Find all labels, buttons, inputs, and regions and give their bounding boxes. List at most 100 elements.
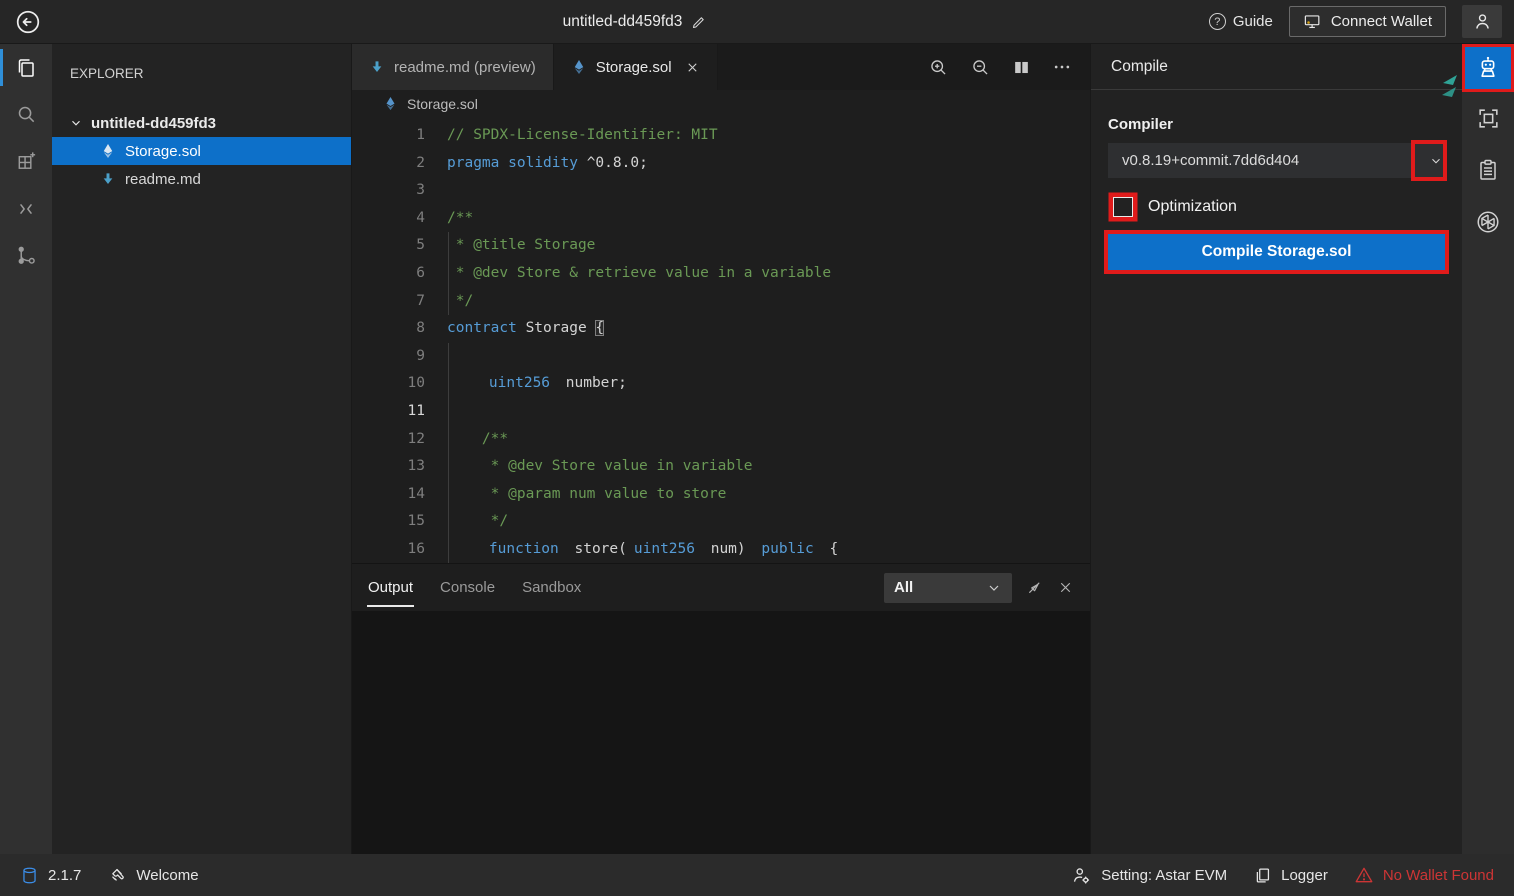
- editor-tabstrip: readme.md (preview) Storage.sol: [352, 44, 1090, 90]
- line-number: 8: [352, 315, 425, 343]
- panel-tab-output[interactable]: Output: [368, 579, 413, 596]
- logger-label: Logger: [1281, 867, 1328, 884]
- guide-label: Guide: [1233, 13, 1273, 30]
- code-line[interactable]: 1// SPDX-License-Identifier: MIT: [352, 122, 1090, 150]
- database-icon: [20, 866, 39, 885]
- logger-item[interactable]: Logger: [1253, 866, 1328, 885]
- optimization-checkbox[interactable]: [1113, 197, 1133, 217]
- code-line[interactable]: 2pragma solidity ^0.8.0;: [352, 150, 1090, 178]
- compile-panel-body: Compiler v0.8.19+commit.7dd6d404 Optimiz…: [1091, 90, 1462, 270]
- wallet-warning-label: No Wallet Found: [1383, 867, 1494, 884]
- code-editor[interactable]: 1// SPDX-License-Identifier: MIT2pragma …: [352, 117, 1090, 563]
- line-number: 5: [352, 232, 425, 260]
- code-line[interactable]: 4/**: [352, 205, 1090, 233]
- sidebar-item-plugins[interactable]: [0, 138, 52, 185]
- panel-item-compile[interactable]: [1462, 44, 1514, 92]
- warning-triangle-icon: [1354, 865, 1374, 885]
- panel-item-report[interactable]: [1462, 144, 1514, 196]
- tree-item-readme-md[interactable]: readme.md: [52, 165, 351, 193]
- breadcrumb-file: Storage.sol: [407, 96, 478, 112]
- statusbar-right: Setting: Astar EVM Logger No Wallet Foun…: [1071, 865, 1494, 886]
- back-button[interactable]: [12, 6, 44, 38]
- file-tree: untitled-dd459fd3 Storage.sol readme.md: [52, 109, 351, 193]
- tab-actions: [928, 44, 1090, 90]
- sidebar-item-search[interactable]: [0, 91, 52, 138]
- compiler-select-chevron-annotated[interactable]: [1411, 140, 1447, 181]
- panel-item-deploy-interact[interactable]: [1462, 92, 1514, 144]
- right-activity-bar: [1462, 44, 1514, 854]
- output-filter-select[interactable]: All: [884, 573, 1012, 603]
- explorer-header: EXPLORER: [52, 44, 351, 95]
- code-line[interactable]: 13 * @dev Store value in variable: [352, 453, 1090, 481]
- code-line[interactable]: 16 function store(uint256 num) public {: [352, 536, 1090, 563]
- code-line[interactable]: 3: [352, 177, 1090, 205]
- panel-tab-sandbox[interactable]: Sandbox: [522, 579, 581, 596]
- code-line[interactable]: 5 * @title Storage: [352, 232, 1090, 260]
- rename-pencil-icon[interactable]: [691, 14, 707, 30]
- tab-label: readme.md (preview): [394, 59, 536, 76]
- line-number: 16: [352, 536, 425, 563]
- version-indicator[interactable]: 2.1.7: [20, 866, 81, 885]
- zoom-in-icon[interactable]: [928, 57, 949, 78]
- code-line[interactable]: 10 uint256 number;: [352, 370, 1090, 398]
- sidebar-item-collapse[interactable]: [0, 185, 52, 232]
- markdown-icon: [369, 59, 385, 75]
- compiler-label: Compiler: [1108, 116, 1445, 133]
- close-tab-icon[interactable]: [685, 60, 700, 75]
- chevron-down-icon: [986, 580, 1002, 596]
- explorer-sidebar: EXPLORER untitled-dd459fd3 Storage.sol: [52, 44, 352, 854]
- zoom-out-icon[interactable]: [970, 57, 991, 78]
- compiler-version-select[interactable]: v0.8.19+commit.7dd6d404: [1108, 143, 1445, 178]
- avatar-button[interactable]: [1462, 5, 1502, 38]
- breadcrumb[interactable]: Storage.sol: [352, 90, 1090, 117]
- wallet-warning[interactable]: No Wallet Found: [1354, 865, 1494, 885]
- welcome-item[interactable]: Welcome: [107, 865, 198, 885]
- tab-label: Storage.sol: [596, 59, 672, 76]
- compile-button[interactable]: Compile Storage.sol: [1108, 234, 1445, 270]
- collapse-arrows-icon: [15, 198, 37, 220]
- extensions-icon: [15, 150, 38, 173]
- file-label: readme.md: [125, 171, 201, 188]
- openai-icon: [1475, 209, 1501, 235]
- person-gear-icon: [1071, 865, 1092, 886]
- statusbar: 2.1.7 Welcome Setting: Astar EVM: [0, 854, 1514, 896]
- split-editor-icon[interactable]: [1012, 58, 1031, 77]
- back-arrow-icon: [15, 9, 41, 35]
- guide-button[interactable]: ? Guide: [1209, 13, 1273, 30]
- more-actions-icon[interactable]: [1052, 57, 1072, 77]
- line-number: 12: [352, 426, 425, 454]
- code-line[interactable]: 14 * @param num value to store: [352, 481, 1090, 509]
- network-setting[interactable]: Setting: Astar EVM: [1071, 865, 1227, 886]
- line-number: 3: [352, 177, 425, 205]
- line-number: 11: [352, 398, 425, 426]
- connect-wallet-button[interactable]: Connect Wallet: [1289, 6, 1446, 37]
- tab-readme-md[interactable]: readme.md (preview): [352, 44, 554, 90]
- panel-item-ai-assistant[interactable]: [1462, 196, 1514, 248]
- code-line[interactable]: 8contract Storage {: [352, 315, 1090, 343]
- ethereum-icon: [100, 143, 116, 159]
- tree-root-folder[interactable]: untitled-dd459fd3: [52, 109, 351, 137]
- main-area: EXPLORER untitled-dd459fd3 Storage.sol: [0, 44, 1514, 854]
- code-line[interactable]: 12 /**: [352, 426, 1090, 454]
- ethereum-icon: [571, 59, 587, 75]
- tree-item-storage-sol[interactable]: Storage.sol: [52, 137, 351, 165]
- sidebar-item-source-control[interactable]: [0, 232, 52, 279]
- code-line[interactable]: 6 * @dev Store & retrieve value in a var…: [352, 260, 1090, 288]
- line-number: 9: [352, 343, 425, 371]
- panel-tab-console[interactable]: Console: [440, 579, 495, 596]
- file-label: Storage.sol: [125, 143, 201, 160]
- code-line[interactable]: 9: [352, 343, 1090, 371]
- code-line[interactable]: 7 */: [352, 288, 1090, 316]
- code-line[interactable]: 15 */: [352, 508, 1090, 536]
- files-icon: [14, 56, 38, 80]
- line-content: function store(uint256 num) public {: [447, 536, 838, 563]
- line-content: pragma solidity ^0.8.0;: [447, 150, 648, 178]
- code-line[interactable]: 11: [352, 398, 1090, 426]
- app-window: untitled-dd459fd3 ? Guide Connect Wallet: [0, 0, 1514, 896]
- close-panel-icon[interactable]: [1057, 579, 1074, 596]
- welcome-label: Welcome: [136, 867, 198, 884]
- robot-compile-icon: [1475, 55, 1501, 81]
- clear-output-icon[interactable]: [1025, 578, 1044, 597]
- tab-storage-sol[interactable]: Storage.sol: [554, 44, 718, 90]
- sidebar-item-explorer[interactable]: [0, 44, 52, 91]
